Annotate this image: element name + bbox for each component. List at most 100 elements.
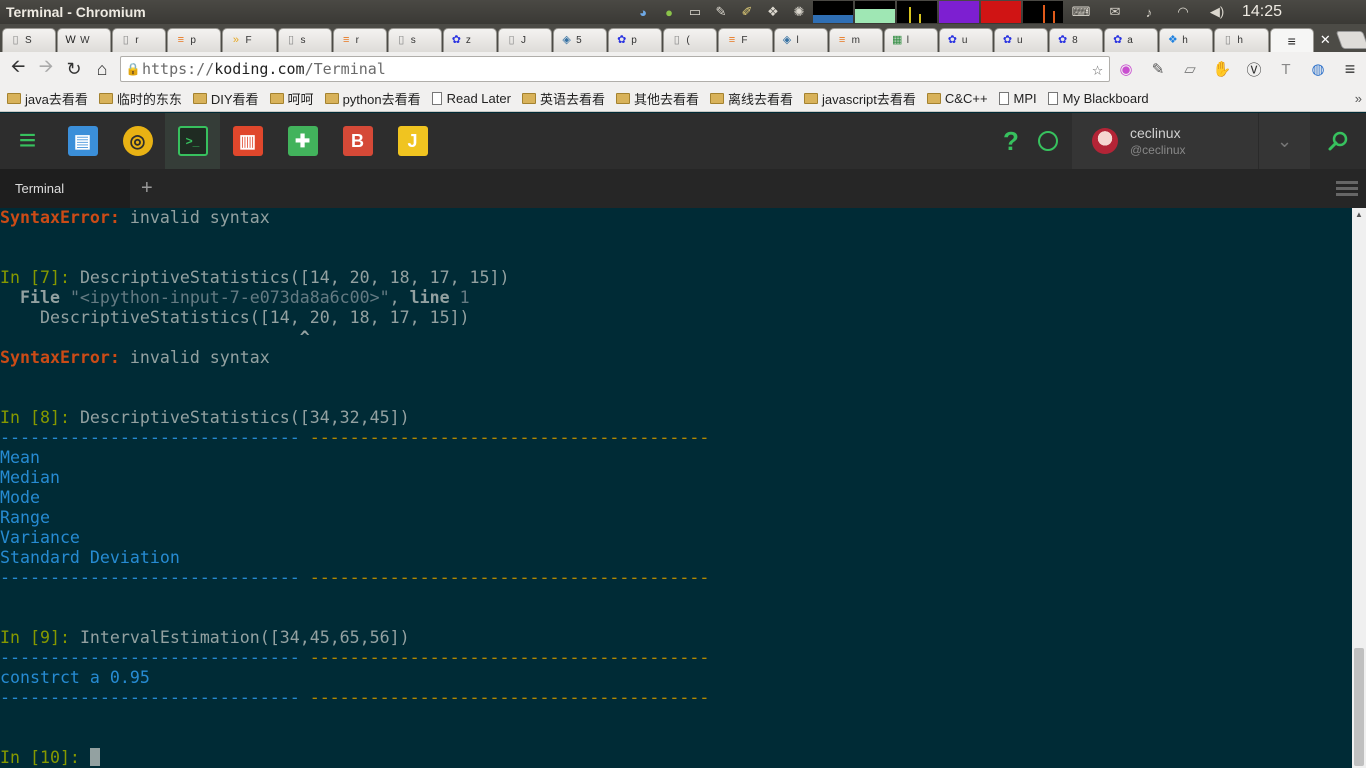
browser-tab[interactable]: ✿ z xyxy=(442,28,497,52)
browser-tab[interactable]: ≡ m xyxy=(828,28,883,52)
bookmark-folder[interactable]: 临时的东东 xyxy=(98,89,182,108)
bookmark-link[interactable]: Read Later xyxy=(431,91,511,106)
browser-tab-label: a xyxy=(1127,35,1133,46)
bookmark-folder[interactable]: DIY看看 xyxy=(192,89,259,108)
sync-tray-icon[interactable]: ✺ xyxy=(786,3,812,21)
browser-tab[interactable]: ▯( xyxy=(663,28,718,52)
bookmark-link[interactable]: My Blackboard xyxy=(1047,91,1149,106)
terminal-line: Range13 xyxy=(0,508,50,528)
new-tab-button[interactable] xyxy=(1335,31,1366,49)
activity-chat-button[interactable]: ▤ xyxy=(55,113,110,169)
ace-editor-button[interactable]: ▥ xyxy=(220,113,275,169)
back-button[interactable]: 🡨 xyxy=(4,55,32,83)
forward-button[interactable]: 🡪 xyxy=(32,55,60,83)
bookmark-folder[interactable]: 离线去看看 xyxy=(709,89,793,108)
address-bar[interactable]: 🔒 https://koding.com/Terminal ☆ xyxy=(120,56,1110,82)
adblock-extension-icon[interactable]: ✋ xyxy=(1206,55,1238,83)
add-tab-button[interactable]: + xyxy=(141,177,153,200)
notes-extension-icon[interactable]: ▱ xyxy=(1174,55,1206,83)
pin-extension-icon[interactable]: ✎ xyxy=(1142,55,1174,83)
bookmark-folder[interactable]: javascript去看看 xyxy=(803,89,916,108)
bookmarklet-j-button[interactable]: J xyxy=(385,113,440,169)
clock[interactable]: 14:25 xyxy=(1242,3,1282,21)
browser-tab[interactable]: ▦ l xyxy=(883,28,938,52)
search-icon[interactable] xyxy=(1310,113,1366,169)
globe-extension-icon[interactable]: ◍ xyxy=(1302,55,1334,83)
teamwork-button[interactable]: ◎ xyxy=(110,113,165,169)
scroll-up-arrow-icon[interactable]: ▲ xyxy=(1352,208,1366,222)
mail-tray-icon[interactable]: ✉ xyxy=(1098,3,1132,21)
avatar[interactable] xyxy=(1092,128,1118,154)
lock-icon[interactable]: 🔒 xyxy=(124,62,142,76)
menu-button[interactable]: ≡ xyxy=(0,113,55,169)
edit-tray-icon[interactable]: ✎ xyxy=(708,3,734,21)
terminal-line: In [8]: DescriptiveStatistics([34,32,45]… xyxy=(0,408,410,428)
text-extension-icon[interactable]: T xyxy=(1270,55,1302,83)
user-profile[interactable]: ceclinux @ceclinux xyxy=(1072,113,1258,169)
chevron-down-icon[interactable]: ⌄ xyxy=(1258,113,1310,169)
browser-tab[interactable]: ▯ J xyxy=(497,28,553,52)
hamburger-menu-icon[interactable] xyxy=(1336,178,1358,199)
terminal-text: , xyxy=(389,288,410,307)
browser-tab[interactable]: ✿ p xyxy=(608,28,663,52)
close-tab-icon[interactable]: ✕ xyxy=(1315,28,1336,52)
reload-button[interactable]: ↻ xyxy=(60,55,88,83)
keyboard-tray-icon[interactable]: ⌨ xyxy=(1064,3,1098,21)
wifi-tray-icon[interactable]: ◠ xyxy=(1166,3,1200,21)
sound-tray-icon[interactable]: ♪ xyxy=(1132,3,1166,21)
browser-tab[interactable]: ▯ s xyxy=(277,28,332,52)
bookmarks-overflow-button[interactable]: » xyxy=(1355,91,1362,106)
browser-tab[interactable]: ▯ S xyxy=(2,28,57,52)
browser-tab[interactable]: ✿ a xyxy=(1104,28,1159,52)
notes-tray-icon[interactable]: ✐ xyxy=(734,3,760,21)
teamwork-icon: ◎ xyxy=(122,126,153,156)
browser-tab[interactable]: ✿ u xyxy=(993,28,1049,52)
bookmark-link[interactable]: MPI xyxy=(998,91,1037,106)
color-picker-extension-icon[interactable]: ◉ xyxy=(1110,55,1142,83)
browser-tab[interactable]: ▯ r xyxy=(112,28,167,52)
terminal-output[interactable]: SyntaxError: invalid syntax In [7]: Descr… xyxy=(0,208,1352,768)
browser-tab[interactable]: ≡ r xyxy=(332,28,387,52)
bookmarklet-b-button[interactable]: B xyxy=(330,113,385,169)
page-icon: ▯ xyxy=(122,34,129,46)
scroll-thumb[interactable] xyxy=(1354,648,1364,766)
terminal-scrollbar[interactable]: ▲ xyxy=(1352,208,1366,768)
bookmark-star-icon[interactable]: ☆ xyxy=(1092,59,1103,80)
vimium-extension-icon[interactable]: Ⓥ xyxy=(1238,55,1270,83)
browser-tab[interactable]: ≡ p xyxy=(167,28,222,52)
bookmark-folder[interactable]: 英语去看看 xyxy=(521,89,605,108)
browser-tab[interactable]: ◈ l xyxy=(773,28,828,52)
bookmark-folder[interactable]: 其他去看看 xyxy=(615,89,699,108)
home-button[interactable]: ⌂ xyxy=(88,55,116,83)
browser-tab[interactable]: ▯ s xyxy=(387,28,442,52)
terminal-button[interactable]: >_ xyxy=(165,113,220,169)
load-graph-icon xyxy=(981,1,1021,23)
browser-tab[interactable]: ≡ F xyxy=(718,28,773,52)
python-icon: ◈ xyxy=(562,34,571,46)
bookmark-folder[interactable]: 呵呵 xyxy=(269,89,314,108)
updates-tray-icon[interactable]: ● xyxy=(656,3,682,21)
help-icon[interactable]: ? xyxy=(992,126,1030,157)
browser-tab[interactable]: ◈ 5 xyxy=(553,28,608,52)
tab-terminal[interactable]: Terminal xyxy=(0,169,130,208)
current-prompt-line[interactable]: In [10]: xyxy=(0,748,100,768)
chat-tray-icon[interactable]: ◕ xyxy=(630,3,656,21)
status-circle-icon[interactable] xyxy=(1038,131,1058,151)
app-store-button[interactable]: ✚ xyxy=(275,113,330,169)
browser-tab[interactable]: » F xyxy=(222,28,277,52)
browser-tab[interactable]: WW xyxy=(57,28,112,52)
bookmark-folder[interactable]: java去看看 xyxy=(7,89,88,108)
browser-tab-label: z xyxy=(465,35,471,46)
browser-tab[interactable]: ▯ h xyxy=(1214,28,1269,52)
bookmark-folder[interactable]: python去看看 xyxy=(324,89,421,108)
bookmark-folder[interactable]: C&C++ xyxy=(926,91,988,106)
drive-tray-icon[interactable]: ▭ xyxy=(682,3,708,21)
browser-tab-active[interactable]: ≡ xyxy=(1269,28,1314,52)
chrome-menu-icon[interactable]: ≡ xyxy=(1334,55,1366,83)
browser-tab[interactable]: ✿ 8 xyxy=(1049,28,1104,52)
terminal-line: DescriptiveStatistics([14, 20, 18, 17, 1… xyxy=(0,308,470,328)
dropbox-tray-icon[interactable]: ❖ xyxy=(760,3,786,21)
volume-tray-icon[interactable]: ◀) xyxy=(1200,3,1234,21)
browser-tab[interactable]: ✿ u xyxy=(938,28,993,52)
browser-tab[interactable]: ❖ h xyxy=(1159,28,1214,52)
